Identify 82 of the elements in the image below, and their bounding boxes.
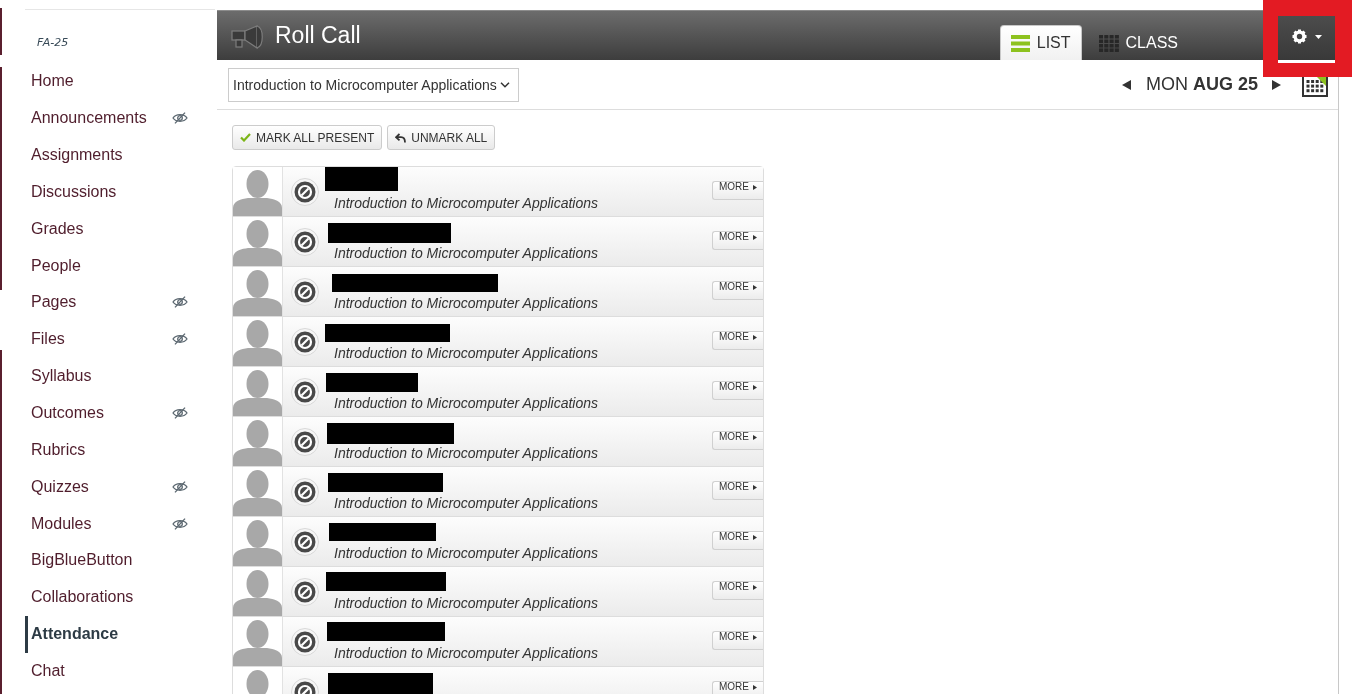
person-silhouette-icon — [233, 220, 282, 266]
calendar-icon — [1302, 77, 1328, 97]
check-icon — [240, 133, 251, 142]
course-name: Introduction to Microcomputer Applications — [334, 345, 599, 361]
more-button[interactable]: MORE — [712, 381, 763, 400]
caret-right-icon — [753, 685, 757, 690]
more-button[interactable]: MORE — [712, 281, 763, 300]
caret-right-icon — [753, 235, 757, 240]
more-button[interactable]: MORE — [712, 581, 763, 600]
person-silhouette-icon — [233, 270, 282, 316]
nav-link[interactable]: Files — [25, 320, 215, 358]
person-silhouette-icon — [233, 420, 282, 466]
caret-right-icon — [753, 535, 757, 540]
date-label: MON AUG 25 — [1145, 74, 1258, 95]
more-button[interactable]: MORE — [712, 331, 763, 350]
more-button[interactable]: MORE — [712, 231, 763, 250]
next-day-button[interactable] — [1272, 79, 1281, 90]
nav-link[interactable]: Collaborations — [25, 578, 215, 616]
nav-link[interactable]: Quizzes — [25, 468, 215, 506]
course-name: Introduction to Microcomputer Applications — [334, 595, 599, 611]
nav-link[interactable]: Pages — [25, 284, 215, 321]
course-name: Introduction to Microcomputer Applications — [334, 495, 599, 511]
chevron-down-icon — [500, 81, 510, 88]
nav-link[interactable]: Modules — [25, 505, 215, 542]
settings-button[interactable] — [1278, 16, 1335, 63]
nav-link[interactable]: Outcomes — [25, 394, 215, 432]
course-name: Introduction to Microcomputer Applications — [334, 645, 599, 661]
nav-link[interactable]: Chat — [25, 652, 215, 690]
caret-right-icon — [753, 385, 757, 390]
more-button[interactable]: MORE — [712, 181, 763, 200]
more-button[interactable]: MORE — [712, 431, 763, 450]
caret-right-icon — [753, 585, 757, 590]
more-button[interactable]: MORE — [712, 631, 763, 650]
previous-day-button[interactable] — [1121, 79, 1131, 90]
nav-link[interactable]: Syllabus — [25, 357, 215, 395]
person-silhouette-icon — [233, 170, 282, 216]
settings-icon — [1291, 28, 1308, 45]
course-name: Introduction to Microcomputer Applications — [334, 445, 599, 461]
course-name: Introduction to Microcomputer Applications — [334, 545, 599, 561]
person-silhouette-icon — [233, 570, 282, 616]
undo-arrow-icon — [395, 132, 407, 143]
caret-right-icon — [753, 485, 757, 490]
nav-link[interactable]: People — [25, 247, 215, 285]
nav-link[interactable]: Assignments — [25, 136, 215, 174]
person-silhouette-icon — [233, 470, 282, 516]
caret-right-icon — [753, 435, 757, 440]
more-button[interactable]: MORE — [712, 681, 763, 694]
course-name: Introduction to Microcomputer Applications — [334, 195, 599, 211]
nav-link[interactable]: Discussions — [25, 173, 215, 211]
caret-right-icon — [753, 635, 757, 640]
caret-down-icon — [1315, 34, 1322, 39]
person-silhouette-icon — [233, 320, 282, 366]
caret-right-icon — [753, 335, 757, 340]
left-triangle-icon — [1121, 79, 1131, 90]
view-tab[interactable]: CLASS — [1087, 25, 1189, 60]
course-name: Introduction to Microcomputer Applications — [334, 395, 599, 411]
person-silhouette-icon — [233, 520, 282, 566]
course-select[interactable]: Introduction to Microcomputer Applications — [228, 67, 519, 102]
page-title: Roll Call — [275, 22, 361, 49]
more-button[interactable]: MORE — [712, 531, 763, 550]
person-silhouette-icon — [233, 370, 282, 416]
person-silhouette-icon — [233, 620, 282, 666]
course-name: Introduction to Microcomputer Applications — [334, 245, 599, 261]
caret-right-icon — [753, 185, 757, 190]
grid-icon — [1098, 34, 1119, 52]
nav-link[interactable]: Rubrics — [25, 431, 215, 469]
term-label: FA-25 — [37, 36, 69, 50]
more-button[interactable]: MORE — [712, 481, 763, 500]
megaphone-icon — [231, 24, 265, 49]
caret-right-icon — [753, 285, 757, 290]
nav-link[interactable]: Grades — [25, 210, 215, 248]
nav-link[interactable]: BigBlueButton — [25, 541, 215, 579]
course-name: Introduction to Microcomputer Applications — [334, 295, 599, 311]
unmark-all-button[interactable]: UNMARK ALL — [387, 125, 496, 150]
nav-link[interactable]: Home — [25, 63, 215, 100]
view-tab[interactable]: LIST — [999, 25, 1082, 60]
nav-link[interactable]: Attendance — [25, 615, 215, 653]
calendar-button[interactable] — [1302, 77, 1328, 97]
list-icon — [1010, 34, 1030, 52]
nav-link[interactable]: Announcements — [25, 99, 215, 137]
right-triangle-icon — [1272, 79, 1281, 90]
mark-all-button[interactable]: MARK ALL PRESENT — [232, 125, 383, 150]
